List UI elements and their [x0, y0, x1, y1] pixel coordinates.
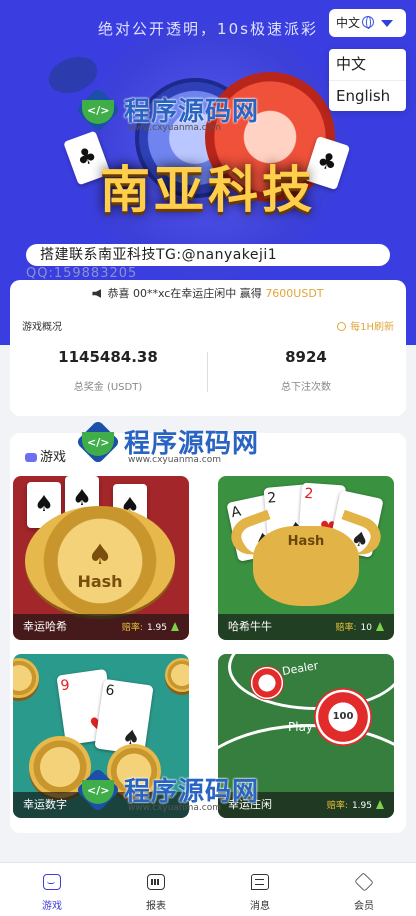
tab-reports[interactable]: 报表: [104, 863, 208, 916]
win-notice: 恭喜 00**xc在幸运庄闲中 赢得 7600USDT: [10, 280, 406, 308]
gold-coin-art: [165, 658, 189, 692]
language-menu: 中文 English: [329, 49, 406, 111]
chip-value: 100: [332, 711, 354, 723]
qq-contact: QQ:159883205: [26, 266, 138, 281]
card-rank: 6: [104, 682, 116, 700]
total-bets-stat: 8924 总下注次数: [208, 348, 404, 393]
coin-spade: ♠: [87, 538, 113, 571]
card-rank: 2: [303, 485, 314, 503]
card-rank: 2: [266, 489, 278, 507]
refresh-label: 每1H刷新: [350, 322, 394, 333]
language-current: 中文: [336, 16, 361, 30]
bull-head-art: Hash: [253, 526, 359, 606]
watermark-url: www.cxyuanma.com: [128, 123, 222, 133]
game-tile-hash-niuniu[interactable]: A♠ 2♠ 2♥ ♠ Hash 哈希牛牛 赔率:10: [218, 476, 394, 640]
stat-value: 1145484.38: [58, 348, 158, 366]
game-name: 幸运数字: [23, 798, 67, 811]
contact-banner[interactable]: 搭建联系南亚科技TG:@nanyakeji1: [26, 244, 390, 266]
notice-text: 恭喜 00**xc在幸运庄闲中 赢得: [107, 287, 266, 300]
up-arrow-icon: [376, 800, 384, 809]
message-icon: [251, 874, 269, 890]
language-option-en[interactable]: English: [329, 80, 406, 111]
game-name: 幸运哈希: [23, 620, 67, 633]
tab-label: 消息: [250, 901, 270, 912]
rate-value: 10: [360, 623, 372, 633]
rate-label: 赔率:: [121, 623, 143, 633]
tab-games[interactable]: 游戏: [0, 863, 104, 916]
game-rate: 赔率: 10: [335, 620, 384, 633]
watermark-code-icon: </>: [87, 784, 110, 797]
overview-title: 游戏概况: [22, 322, 62, 333]
language-option-zh[interactable]: 中文: [329, 49, 406, 80]
poker-chip-art: 100: [314, 688, 372, 746]
card-rank: 9: [59, 677, 71, 695]
speaker-icon: [92, 289, 102, 298]
game-overview-card: 游戏概况 每1H刷新 1145484.38 总奖金 (USDT) 8924 总下…: [10, 308, 406, 416]
rate-value: 1.95: [351, 801, 372, 811]
stat-label: 总下注次数: [281, 382, 331, 393]
brand-title: 南亚科技: [100, 160, 316, 219]
watermark: </> 程序源码网 www.cxyuanma.com: [75, 767, 296, 818]
tab-label: 报表: [146, 901, 166, 912]
rate-label: 赔率:: [326, 801, 348, 811]
gold-coin-art: [13, 658, 39, 698]
refresh-indicator: 每1H刷新: [337, 318, 394, 333]
tab-member[interactable]: 会员: [312, 863, 416, 916]
watermark: </> 程序源码网 www.cxyuanma.com: [75, 87, 296, 138]
language-selector[interactable]: 中文: [329, 9, 406, 37]
games-heading: 游戏: [25, 446, 66, 465]
game-rate: 赔率: 1.95: [327, 798, 384, 811]
game-rate: 赔率: 1.95: [122, 620, 179, 633]
vip-icon: [354, 872, 374, 892]
poker-chip-art: [250, 666, 284, 700]
gamepad-icon: [43, 874, 61, 890]
watermark-url: www.cxyuanma.com: [128, 803, 222, 813]
bull-hash-text: Hash: [287, 534, 325, 549]
game-name: 哈希牛牛: [228, 620, 272, 633]
chart-icon: [147, 874, 165, 890]
total-prize-stat: 1145484.38 总奖金 (USDT): [10, 348, 206, 393]
stat-value: 8924: [285, 348, 327, 366]
rate-label: 赔率:: [335, 623, 357, 633]
up-arrow-icon: [171, 622, 179, 631]
playing-card-art: 6 ♠: [94, 678, 154, 756]
games-heading-label: 游戏: [40, 450, 67, 465]
up-arrow-icon: [376, 622, 384, 631]
caret-down-icon: [381, 20, 393, 27]
notice-amount: 7600USDT: [265, 287, 324, 300]
rate-value: 1.95: [146, 623, 167, 633]
clock-icon: [337, 322, 347, 331]
bottom-tab-bar: 游戏 报表 消息 会员: [0, 862, 416, 916]
tab-label: 游戏: [42, 901, 62, 912]
tab-label: 会员: [354, 901, 374, 912]
gamepad-icon: [25, 453, 37, 462]
game-tile-lucky-hash[interactable]: ♠ ♠ ♠ ♠ Hash 幸运哈希 赔率: 1.95: [13, 476, 189, 640]
watermark-code-icon: </>: [87, 436, 110, 449]
tab-messages[interactable]: 消息: [208, 863, 312, 916]
watermark-url: www.cxyuanma.com: [128, 455, 222, 465]
gold-coin-art: ♠ Hash: [25, 506, 175, 616]
play-label: Play: [288, 720, 314, 734]
globe-icon: [362, 16, 374, 29]
watermark: </> 程序源码网 www.cxyuanma.com: [75, 419, 296, 470]
stat-label: 总奖金 (USDT): [73, 382, 143, 393]
watermark-code-icon: </>: [87, 104, 110, 117]
coin-hash-text: Hash: [77, 572, 123, 591]
